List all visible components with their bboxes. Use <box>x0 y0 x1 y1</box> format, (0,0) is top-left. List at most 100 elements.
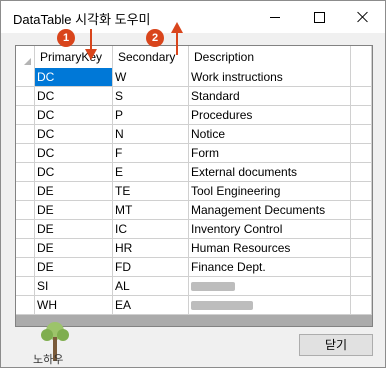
table-row[interactable]: DC P Procedures <box>16 106 372 125</box>
table-row[interactable]: DC S Standard <box>16 87 372 106</box>
row-header[interactable] <box>16 144 35 163</box>
redacted-text <box>191 282 235 291</box>
row-header[interactable] <box>16 163 35 182</box>
cell-primarykey[interactable]: DE <box>35 239 113 258</box>
minimize-button[interactable] <box>253 1 297 33</box>
cell-filler <box>351 258 372 277</box>
cell-filler <box>351 125 372 144</box>
row-header[interactable] <box>16 201 35 220</box>
cell-filler <box>351 106 372 125</box>
cell-description[interactable]: Tool Engineering <box>189 182 351 201</box>
cell-secondary[interactable]: EA <box>113 296 189 315</box>
cell-primarykey[interactable]: DE <box>35 182 113 201</box>
cell-description[interactable]: External documents <box>189 163 351 182</box>
cell-primarykey[interactable]: DC <box>35 106 113 125</box>
annotation-badge-1: 1 <box>57 29 75 47</box>
cell-secondary[interactable]: W <box>113 68 189 87</box>
table-row[interactable]: WH EA <box>16 296 372 315</box>
grid-header-row: PrimaryKey Secondary Description <box>16 46 372 69</box>
cell-primarykey[interactable]: DC <box>35 125 113 144</box>
table-row[interactable]: DC N Notice <box>16 125 372 144</box>
cell-secondary[interactable]: IC <box>113 220 189 239</box>
cell-description[interactable]: Work instructions <box>189 68 351 87</box>
cell-primarykey[interactable]: DC <box>35 68 113 87</box>
cell-description[interactable]: Management Decuments <box>189 201 351 220</box>
row-header[interactable] <box>16 220 35 239</box>
cell-filler <box>351 277 372 296</box>
cell-primarykey[interactable]: DC <box>35 163 113 182</box>
svg-text:노하우: 노하우 <box>33 352 63 366</box>
cell-filler <box>351 201 372 220</box>
cell-secondary[interactable]: P <box>113 106 189 125</box>
cell-primarykey[interactable]: WH <box>35 296 113 315</box>
annotation-arrow-up-icon <box>171 22 183 55</box>
column-header-description[interactable]: Description <box>189 46 351 68</box>
row-header[interactable] <box>16 239 35 258</box>
maximize-icon <box>313 11 325 23</box>
column-header-primarykey[interactable]: PrimaryKey <box>35 46 113 68</box>
cell-filler <box>351 296 372 315</box>
row-header[interactable] <box>16 106 35 125</box>
cell-description[interactable]: Procedures <box>189 106 351 125</box>
cell-description[interactable]: Form <box>189 144 351 163</box>
cell-primarykey[interactable]: SI <box>35 277 113 296</box>
annotation-arrow-down-icon <box>85 29 97 60</box>
table-row[interactable]: SI AL <box>16 277 372 296</box>
row-header[interactable] <box>16 87 35 106</box>
redacted-text <box>191 301 253 310</box>
table-row[interactable]: DE TE Tool Engineering <box>16 182 372 201</box>
title-bar[interactable]: DataTable 시각화 도우미 <box>1 1 385 33</box>
cell-filler <box>351 68 372 87</box>
dialog-window: DataTable 시각화 도우미 PrimaryKey Secondary D… <box>0 0 386 368</box>
cell-description[interactable]: Human Resources <box>189 239 351 258</box>
table-row[interactable]: DC W Work instructions <box>16 68 372 87</box>
cell-primarykey[interactable]: DE <box>35 201 113 220</box>
row-header[interactable] <box>16 182 35 201</box>
cell-secondary[interactable]: TE <box>113 182 189 201</box>
cell-secondary[interactable]: AL <box>113 277 189 296</box>
table-row[interactable]: DE MT Management Decuments <box>16 201 372 220</box>
table-row[interactable]: DE FD Finance Dept. <box>16 258 372 277</box>
cell-primarykey[interactable]: DE <box>35 258 113 277</box>
row-header[interactable] <box>16 258 35 277</box>
table-row[interactable]: DE IC Inventory Control <box>16 220 372 239</box>
column-header-filler <box>351 46 372 68</box>
cell-filler <box>351 239 372 258</box>
row-header[interactable] <box>16 296 35 315</box>
cell-secondary[interactable]: MT <box>113 201 189 220</box>
cell-description[interactable]: Standard <box>189 87 351 106</box>
watermark-logo: 노하우 <box>33 322 69 366</box>
cell-primarykey[interactable]: DC <box>35 87 113 106</box>
cell-secondary[interactable]: N <box>113 125 189 144</box>
row-header[interactable] <box>16 125 35 144</box>
table-row[interactable]: DE HR Human Resources <box>16 239 372 258</box>
close-icon <box>357 11 369 23</box>
cell-filler <box>351 163 372 182</box>
close-window-button[interactable] <box>341 1 385 33</box>
minimize-icon <box>270 16 280 18</box>
table-row[interactable]: DC F Form <box>16 144 372 163</box>
cell-secondary[interactable]: E <box>113 163 189 182</box>
cell-filler <box>351 144 372 163</box>
cell-description[interactable] <box>189 277 351 296</box>
cell-filler <box>351 87 372 106</box>
cell-primarykey[interactable]: DE <box>35 220 113 239</box>
data-grid[interactable]: PrimaryKey Secondary Description DC W Work… <box>15 45 373 327</box>
cell-secondary[interactable]: FD <box>113 258 189 277</box>
cell-primarykey[interactable]: DC <box>35 144 113 163</box>
maximize-button[interactable] <box>297 1 341 33</box>
select-all-corner[interactable] <box>16 46 35 68</box>
cell-filler <box>351 220 372 239</box>
close-button[interactable]: 닫기 <box>299 334 373 356</box>
window-title: DataTable 시각화 도우미 <box>13 12 151 27</box>
cell-description[interactable]: Finance Dept. <box>189 258 351 277</box>
row-header[interactable] <box>16 277 35 296</box>
cell-secondary[interactable]: HR <box>113 239 189 258</box>
cell-description[interactable] <box>189 296 351 315</box>
row-header[interactable] <box>16 68 35 87</box>
cell-secondary[interactable]: S <box>113 87 189 106</box>
table-row[interactable]: DC E External documents <box>16 163 372 182</box>
cell-description[interactable]: Notice <box>189 125 351 144</box>
cell-secondary[interactable]: F <box>113 144 189 163</box>
cell-description[interactable]: Inventory Control <box>189 220 351 239</box>
